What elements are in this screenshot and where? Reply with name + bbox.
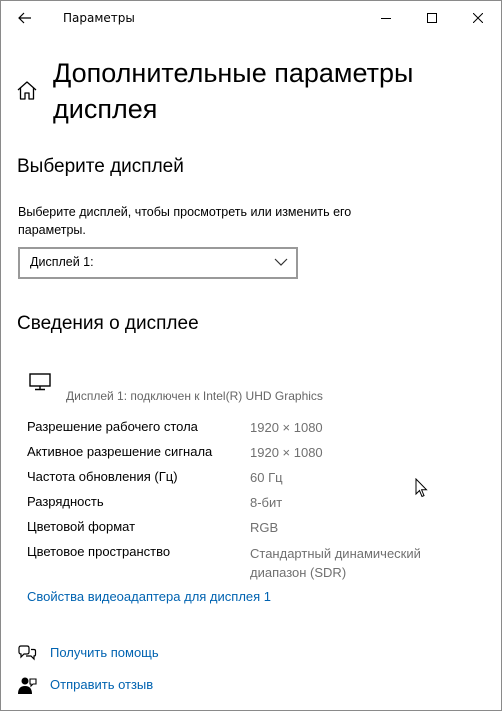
monitor-icon xyxy=(29,373,51,391)
refresh-rate-label: Частота обновления (Гц) xyxy=(27,469,178,484)
display-dropdown-value: Дисплей 1: xyxy=(30,255,94,269)
color-format-value: RGB xyxy=(250,520,279,535)
home-icon xyxy=(17,81,37,100)
bit-depth-value: 8-бит xyxy=(250,495,283,510)
send-feedback-row[interactable]: Отправить отзыв xyxy=(17,676,177,696)
minimize-button[interactable] xyxy=(363,1,409,35)
get-help-link[interactable]: Получить помощь xyxy=(50,645,159,660)
close-button[interactable] xyxy=(455,1,501,35)
desktop-resolution-value: 1920 × 1080 xyxy=(250,420,323,435)
display-dropdown[interactable]: Дисплей 1: xyxy=(18,247,298,279)
back-arrow-icon xyxy=(18,12,31,24)
maximize-button[interactable] xyxy=(409,1,455,35)
maximize-icon xyxy=(427,13,437,23)
mouse-cursor-icon xyxy=(415,478,428,498)
chevron-down-icon xyxy=(274,258,288,266)
feedback-person-icon xyxy=(18,677,37,694)
bit-depth-label: Разрядность xyxy=(27,494,104,509)
active-resolution-label: Активное разрешение сигнала xyxy=(27,444,213,459)
select-display-heading: Выберите дисплей xyxy=(17,156,184,177)
help-chat-icon xyxy=(18,645,37,661)
minimize-icon xyxy=(381,18,391,19)
settings-window: Параметры Дополнительные параметры диспл… xyxy=(0,0,502,711)
title-bar: Параметры xyxy=(1,1,501,35)
home-button[interactable] xyxy=(15,79,39,103)
color-format-label: Цветовой формат xyxy=(27,519,136,534)
color-space-label: Цветовое пространство xyxy=(27,544,171,559)
adapter-properties-link[interactable]: Свойства видеоадаптера для дисплея 1 xyxy=(27,589,271,604)
send-feedback-link[interactable]: Отправить отзыв xyxy=(50,677,153,692)
display-connection-text: Дисплей 1: подключен к Intel(R) UHD Grap… xyxy=(66,389,323,403)
display-info-heading: Сведения о дисплее xyxy=(17,313,199,334)
color-space-value: Стандартный динамический диапазон (SDR) xyxy=(250,546,421,580)
desktop-resolution-label: Разрешение рабочего стола xyxy=(27,419,198,434)
close-icon xyxy=(473,13,483,23)
get-help-row[interactable]: Получить помощь xyxy=(17,644,177,664)
select-display-description: Выберите дисплей, чтобы просмотреть или … xyxy=(18,205,352,237)
page-title: Дополнительные параметры дисплея xyxy=(53,58,414,124)
active-resolution-value: 1920 × 1080 xyxy=(250,445,323,460)
refresh-rate-value: 60 Гц xyxy=(250,470,283,485)
window-title: Параметры xyxy=(63,11,135,25)
back-button[interactable] xyxy=(1,1,49,35)
